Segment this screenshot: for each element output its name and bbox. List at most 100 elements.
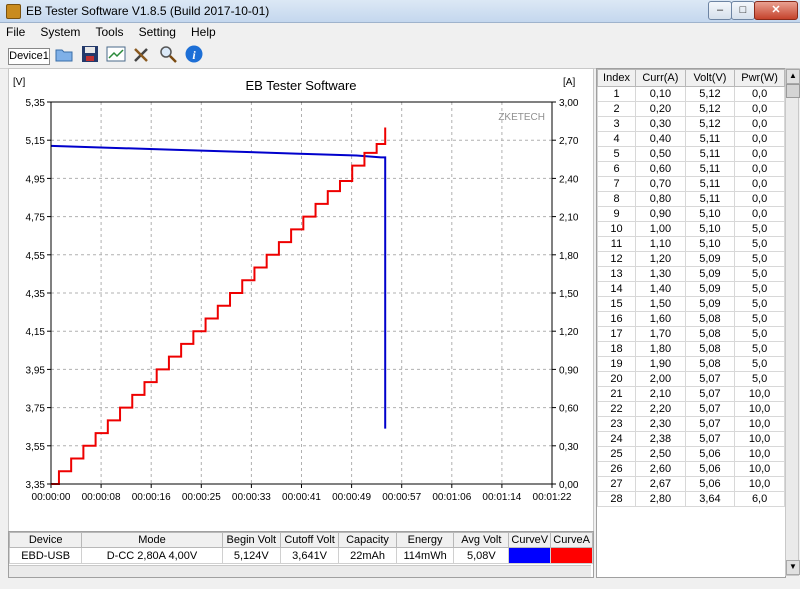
grid-cell-power[interactable]: 5,0	[734, 371, 785, 387]
grid-cell-current[interactable]: 1,30	[635, 266, 686, 282]
grid-cell-voltage[interactable]: 5,12	[684, 101, 736, 117]
summary-cutoff-volt[interactable]: 3,641V	[279, 547, 340, 564]
grid-cell-power[interactable]: 10,0	[734, 431, 785, 447]
grid-cell-voltage[interactable]: 5,07	[684, 371, 736, 387]
minimize-button[interactable]: –	[708, 1, 732, 20]
grid-header-index[interactable]: Index	[597, 69, 637, 87]
table-row[interactable]: 17 1,70 5,08 5,0	[597, 326, 785, 342]
summary-header-device[interactable]: Device	[8, 532, 83, 548]
grid-cell-power[interactable]: 0,0	[734, 161, 785, 177]
scroll-thumb[interactable]	[786, 84, 800, 98]
grid-cell-index[interactable]: 2	[597, 101, 637, 117]
curvev-color-swatch[interactable]	[509, 548, 551, 563]
grid-cell-current[interactable]: 2,50	[635, 446, 686, 462]
table-row[interactable]: 25 2,50 5,06 10,0	[597, 446, 785, 462]
grid-cell-power[interactable]: 0,0	[734, 146, 785, 162]
grid-cell-index[interactable]: 27	[597, 476, 637, 492]
grid-cell-index[interactable]: 15	[597, 296, 637, 312]
table-row[interactable]: 14 1,40 5,09 5,0	[597, 281, 785, 297]
grid-cell-power[interactable]: 0,0	[734, 86, 785, 102]
table-row[interactable]: 11 1,10 5,10 5,0	[597, 236, 785, 252]
grid-cell-voltage[interactable]: 5,08	[684, 341, 736, 357]
grid-cell-current[interactable]: 2,80	[635, 491, 686, 507]
grid-cell-index[interactable]: 24	[597, 431, 637, 447]
grid-vertical-scrollbar[interactable]: ▲ ▼	[785, 68, 800, 576]
grid-cell-power[interactable]: 5,0	[734, 236, 785, 252]
grid-cell-index[interactable]: 13	[597, 266, 637, 282]
table-row[interactable]: 23 2,30 5,07 10,0	[597, 416, 785, 432]
grid-cell-voltage[interactable]: 5,11	[684, 191, 736, 207]
grid-cell-power[interactable]: 5,0	[734, 296, 785, 312]
chart-image-icon[interactable]	[106, 44, 126, 64]
grid-cell-current[interactable]: 0,70	[635, 176, 686, 192]
grid-cell-index[interactable]: 28	[597, 491, 637, 507]
table-row[interactable]: 1 0,10 5,12 0,0	[597, 86, 785, 102]
grid-cell-voltage[interactable]: 5,07	[684, 431, 736, 447]
grid-cell-index[interactable]: 12	[597, 251, 637, 267]
grid-cell-index[interactable]: 17	[597, 326, 637, 342]
grid-cell-power[interactable]: 5,0	[734, 251, 785, 267]
grid-cell-index[interactable]: 7	[597, 176, 637, 192]
grid-cell-current[interactable]: 1,20	[635, 251, 686, 267]
title-bar[interactable]: EB Tester Software V1.8.5 (Build 2017-10…	[0, 0, 800, 23]
search-icon[interactable]	[158, 44, 178, 64]
grid-cell-index[interactable]: 1	[597, 86, 637, 102]
grid-cell-power[interactable]: 5,0	[734, 281, 785, 297]
summary-energy[interactable]: 114mWh	[395, 547, 455, 564]
grid-cell-current[interactable]: 1,70	[635, 326, 686, 342]
summary-header-mode[interactable]: Mode	[81, 532, 223, 548]
grid-cell-power[interactable]: 10,0	[734, 386, 785, 402]
grid-cell-voltage[interactable]: 5,06	[684, 476, 736, 492]
summary-avg-volt[interactable]: 5,08V	[453, 547, 510, 564]
table-row[interactable]: 24 2,38 5,07 10,0	[597, 431, 785, 447]
grid-cell-current[interactable]: 0,60	[635, 161, 686, 177]
table-row[interactable]: 19 1,90 5,08 5,0	[597, 356, 785, 372]
grid-cell-voltage[interactable]: 5,11	[684, 161, 736, 177]
grid-cell-current[interactable]: 1,90	[635, 356, 686, 372]
grid-cell-power[interactable]: 0,0	[734, 116, 785, 132]
grid-cell-power[interactable]: 10,0	[734, 401, 785, 417]
summary-header-curvea[interactable]: CurveA	[550, 532, 593, 548]
maximize-button[interactable]: □	[731, 1, 755, 20]
menu-system[interactable]: System	[34, 23, 86, 39]
grid-cell-current[interactable]: 2,60	[635, 461, 686, 477]
summary-capacity[interactable]: 22mAh	[338, 547, 397, 564]
grid-cell-index[interactable]: 16	[597, 311, 637, 327]
grid-cell-index[interactable]: 18	[597, 341, 637, 357]
grid-cell-power[interactable]: 5,0	[734, 356, 785, 372]
table-row[interactable]: 28 2,80 3,64 6,0	[597, 491, 785, 507]
table-row[interactable]: 16 1,60 5,08 5,0	[597, 311, 785, 327]
grid-cell-index[interactable]: 26	[597, 461, 637, 477]
grid-cell-voltage[interactable]: 5,09	[684, 281, 736, 297]
grid-cell-current[interactable]: 0,90	[635, 206, 686, 222]
grid-cell-current[interactable]: 0,20	[635, 101, 686, 117]
grid-cell-voltage[interactable]: 5,11	[684, 131, 736, 147]
table-row[interactable]: 20 2,00 5,07 5,0	[597, 371, 785, 387]
grid-cell-current[interactable]: 1,10	[635, 236, 686, 252]
grid-cell-power[interactable]: 5,0	[734, 311, 785, 327]
grid-cell-index[interactable]: 9	[597, 206, 637, 222]
grid-cell-voltage[interactable]: 5,12	[684, 86, 736, 102]
grid-cell-index[interactable]: 25	[597, 446, 637, 462]
device-tab[interactable]: Device1	[8, 48, 50, 65]
grid-cell-index[interactable]: 3	[597, 116, 637, 132]
table-row[interactable]: 4 0,40 5,11 0,0	[597, 131, 785, 147]
grid-cell-voltage[interactable]: 5,06	[684, 461, 736, 477]
scroll-down-icon[interactable]: ▼	[786, 560, 800, 575]
grid-cell-index[interactable]: 19	[597, 356, 637, 372]
grid-cell-current[interactable]: 2,38	[635, 431, 686, 447]
table-row[interactable]: 8 0,80 5,11 0,0	[597, 191, 785, 207]
grid-cell-voltage[interactable]: 5,11	[684, 176, 736, 192]
grid-cell-power[interactable]: 5,0	[734, 221, 785, 237]
grid-cell-current[interactable]: 0,50	[635, 146, 686, 162]
grid-cell-current[interactable]: 2,20	[635, 401, 686, 417]
summary-horizontal-scrollbar[interactable]	[9, 565, 591, 577]
grid-cell-current[interactable]: 2,30	[635, 416, 686, 432]
table-row[interactable]: 22 2,20 5,07 10,0	[597, 401, 785, 417]
save-icon[interactable]	[80, 44, 100, 64]
tools-icon[interactable]	[132, 44, 152, 64]
grid-cell-voltage[interactable]: 3,64	[684, 491, 736, 507]
info-icon[interactable]: i	[184, 44, 204, 64]
open-folder-icon[interactable]	[54, 44, 74, 64]
table-row[interactable]: 21 2,10 5,07 10,0	[597, 386, 785, 402]
